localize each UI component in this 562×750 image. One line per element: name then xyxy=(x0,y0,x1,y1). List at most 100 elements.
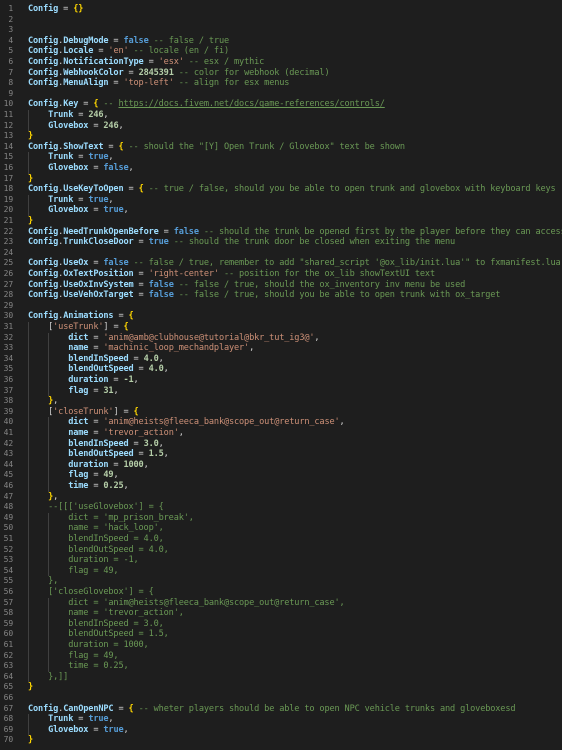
code-line[interactable]: 32 dict = 'anim@amb@clubhouse@tutorial@b… xyxy=(0,333,562,344)
code-line[interactable]: 70} xyxy=(0,735,562,746)
code-line[interactable]: 36 duration = -1, xyxy=(0,375,562,386)
code-token: = xyxy=(108,35,124,46)
code-line[interactable]: 49 dict = 'mp_prison_break', xyxy=(0,513,562,524)
code-line[interactable]: 52 blendOutSpeed = 4.0, xyxy=(0,545,562,556)
code-line[interactable]: 16 Glovebox = false, xyxy=(0,163,562,174)
code-line[interactable]: 62 flag = 49, xyxy=(0,651,562,662)
code-line[interactable]: 20 Glovebox = true, xyxy=(0,205,562,216)
code-line[interactable]: 4 Config.DebugMode = false -- false / tru… xyxy=(0,36,562,47)
line-number: 63 xyxy=(3,661,13,671)
line-number: 39 xyxy=(3,406,13,416)
code-line[interactable]: 42 blendInSpeed = 3.0, xyxy=(0,439,562,450)
code-line[interactable]: 40 dict = 'anim@heists@fleeca_bank@scope… xyxy=(0,417,562,428)
code-line[interactable]: 61 duration = 1000, xyxy=(0,640,562,651)
code-line[interactable]: 57 dict = 'anim@heists@fleeca_bank@scope… xyxy=(0,598,562,609)
code-line[interactable]: 18 Config.UseKeyToOpen = { -- true / fals… xyxy=(0,184,562,195)
code-token: -- esx / mythic xyxy=(183,57,265,67)
code-line[interactable]: 39 ['closeTrunk'] = { xyxy=(0,407,562,418)
code-line[interactable]: 54 flag = 49, xyxy=(0,566,562,577)
code-line[interactable]: 58 name = 'trevor_action', xyxy=(0,608,562,619)
code-token: = xyxy=(133,237,149,248)
code-token: Config xyxy=(28,78,59,89)
code-token: 3.0 xyxy=(143,438,159,449)
code-line[interactable]: 1 Config = {} xyxy=(0,4,562,15)
code-line[interactable]: 10 Config.Key = { -- https://docs.fivem.n… xyxy=(0,99,562,110)
code-line[interactable]: 60 blendOutSpeed = 1.5, xyxy=(0,629,562,640)
code-line[interactable]: 66 xyxy=(0,693,562,704)
code-line[interactable]: 69 Glovebox = true, xyxy=(0,725,562,736)
code-line[interactable]: 53 duration = -1, xyxy=(0,555,562,566)
code-token: = xyxy=(58,4,74,14)
docs-link[interactable]: https://docs.fivem.net/docs/game-referen… xyxy=(118,99,384,109)
code-line[interactable]: 17} xyxy=(0,174,562,185)
line-number: 68 xyxy=(3,714,13,724)
code-token: true xyxy=(88,194,109,205)
code-line[interactable]: 25 Config.UseOx = false -- false / true, … xyxy=(0,258,562,269)
code-line[interactable]: 2 xyxy=(0,15,562,26)
code-line[interactable]: 67 Config.CanOpenNPC = { -- wheter player… xyxy=(0,704,562,715)
code-token: ['closeGlovebox'] = { xyxy=(48,587,154,597)
code-line[interactable]: 5 Config.Locale = 'en' -- locale (en / fi… xyxy=(0,46,562,57)
code-line[interactable]: 12 Glovebox = 246, xyxy=(0,121,562,132)
code-line[interactable]: 46 time = 0.25, xyxy=(0,481,562,492)
code-token: Config xyxy=(28,279,59,290)
code-line[interactable]: 7 Config.WebhookColor = 2845391 -- color … xyxy=(0,68,562,79)
code-line[interactable]: 13} xyxy=(0,131,562,142)
code-token: } xyxy=(28,735,34,746)
code-line[interactable]: 41 name = 'trevor_action', xyxy=(0,428,562,439)
code-token: = xyxy=(133,269,149,279)
code-line[interactable]: 8 Config.MenuAlign = 'top-left' -- align … xyxy=(0,78,562,89)
code-line[interactable]: 44 duration = 1000, xyxy=(0,460,562,471)
code-line[interactable]: 63 time = 0.25, xyxy=(0,661,562,672)
code-line[interactable]: 28 Config.UseVehOxTarget = false -- false… xyxy=(0,290,562,301)
line-code: ['closeGlovebox'] = { xyxy=(28,587,562,598)
code-line[interactable]: 22 Config.NeedTrunkOpenBefore = false -- … xyxy=(0,227,562,238)
code-line[interactable]: 45 flag = 49, xyxy=(0,470,562,481)
code-line[interactable]: 30 Config.Animations = { xyxy=(0,311,562,322)
code-line[interactable]: 35 blendOutSpeed = 4.0, xyxy=(0,364,562,375)
code-token: Trunk xyxy=(48,152,74,163)
code-token: 'anim@amb@clubhouse@tutorial@bkr_tut_ig3… xyxy=(103,332,315,343)
code-line[interactable]: 29 xyxy=(0,301,562,312)
code-line[interactable]: 48 --[[['useGlovebox'] = { xyxy=(0,502,562,513)
code-line[interactable]: 51 blendInSpeed = 4.0, xyxy=(0,534,562,545)
code-line[interactable]: 3 xyxy=(0,25,562,36)
code-line[interactable]: 50 name = 'hack_loop', xyxy=(0,523,562,534)
code-line[interactable]: 34 blendInSpeed = 4.0, xyxy=(0,354,562,365)
code-line[interactable]: 6 Config.NotificationType = 'esx' -- esx … xyxy=(0,57,562,68)
line-code: Glovebox = 246, xyxy=(28,121,562,132)
code-line[interactable]: 55 }, xyxy=(0,576,562,587)
code-token: , xyxy=(314,332,320,343)
code-line[interactable]: 21} xyxy=(0,216,562,227)
code-token: = xyxy=(93,46,109,57)
code-line[interactable]: 59 blendInSpeed = 3.0, xyxy=(0,619,562,630)
code-line[interactable]: 37 flag = 31, xyxy=(0,386,562,397)
line-number: 22 xyxy=(3,226,13,236)
line-number: 40 xyxy=(3,417,13,427)
code-line[interactable]: 24 xyxy=(0,248,562,259)
code-line[interactable]: 38 }, xyxy=(0,396,562,407)
code-line[interactable]: 19 Trunk = true, xyxy=(0,195,562,206)
code-line[interactable]: 27 Config.UseOxInvSystem = false -- false… xyxy=(0,280,562,291)
code-line[interactable]: 11 Trunk = 246, xyxy=(0,110,562,121)
code-token: = xyxy=(113,311,129,322)
code-line[interactable]: 23 Config.TrunkCloseDoor = true -- should… xyxy=(0,237,562,248)
code-token: , xyxy=(178,428,184,438)
code-line[interactable]: 26 Config.OxTextPosition = 'right-center'… xyxy=(0,269,562,280)
code-line[interactable]: 14 Config.ShowText = { -- should the "[Y]… xyxy=(0,142,562,153)
line-code: ['closeTrunk'] = { xyxy=(28,407,562,418)
code-line[interactable]: 15 Trunk = true, xyxy=(0,152,562,163)
code-token: -- false / true, remember to add "shared… xyxy=(133,258,561,269)
code-line[interactable]: 47 }, xyxy=(0,492,562,503)
code-line[interactable]: 68 Trunk = true, xyxy=(0,714,562,725)
code-line[interactable]: 65} xyxy=(0,682,562,693)
code-editor[interactable]: 1 Config = {} 2 3 4 Config.DebugMode = false … xyxy=(0,0,562,750)
code-line[interactable]: 31 ['useTrunk'] = { xyxy=(0,322,562,333)
code-line[interactable]: 33 name = 'machinic_loop_mechandplayer', xyxy=(0,343,562,354)
code-token: UseVehOxTarget xyxy=(63,290,134,301)
code-line[interactable]: 43 blendOutSpeed = 1.5, xyxy=(0,449,562,460)
code-token: 2845391 xyxy=(138,67,174,78)
code-line[interactable]: 9 xyxy=(0,89,562,100)
code-line[interactable]: 56 ['closeGlovebox'] = { xyxy=(0,587,562,598)
code-line[interactable]: 64 },]] xyxy=(0,672,562,683)
